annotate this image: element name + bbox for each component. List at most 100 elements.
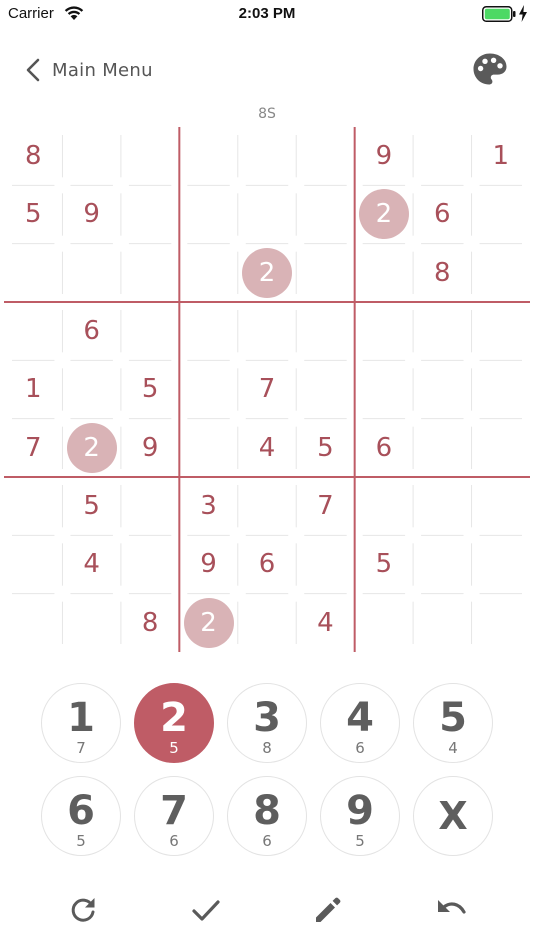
check-button[interactable] (189, 893, 223, 927)
puzzle-label: 8S (258, 106, 276, 122)
restart-button[interactable] (66, 893, 100, 927)
board-cell[interactable] (413, 419, 471, 477)
board-cell[interactable] (238, 302, 296, 360)
board-cell[interactable] (472, 535, 530, 593)
board-cell[interactable] (4, 302, 62, 360)
board-cell[interactable] (121, 185, 179, 243)
board-cell[interactable]: 9 (62, 185, 120, 243)
board-cell[interactable] (472, 302, 530, 360)
board-cell[interactable] (179, 185, 237, 243)
board-cell[interactable] (472, 244, 530, 302)
board-cell[interactable] (296, 360, 354, 418)
board-cell[interactable]: 8 (121, 594, 179, 652)
number-button-9[interactable]: 95 (320, 776, 400, 856)
board-cell[interactable] (179, 244, 237, 302)
undo-icon (438, 900, 466, 914)
cell-value: 8 (434, 257, 451, 288)
board-cell[interactable] (355, 594, 413, 652)
pencil-notes-button[interactable] (311, 893, 345, 927)
board-cell[interactable] (413, 360, 471, 418)
board-cell[interactable] (413, 477, 471, 535)
board-cell[interactable] (121, 302, 179, 360)
board-cell[interactable]: 2 (62, 419, 120, 477)
board-cell[interactable] (238, 185, 296, 243)
board-cell[interactable] (413, 594, 471, 652)
board-cell[interactable]: 4 (62, 535, 120, 593)
board-cell[interactable] (296, 127, 354, 185)
board-cell[interactable] (413, 535, 471, 593)
board-cell[interactable]: 9 (121, 419, 179, 477)
board-cell[interactable]: 6 (62, 302, 120, 360)
board-cell[interactable] (62, 360, 120, 418)
number-button-3[interactable]: 38 (227, 683, 307, 763)
board-cell[interactable]: 6 (238, 535, 296, 593)
board-cell[interactable] (121, 477, 179, 535)
board-cell[interactable]: 4 (296, 594, 354, 652)
board-cell[interactable] (121, 244, 179, 302)
board-cell[interactable] (238, 594, 296, 652)
board-cell[interactable] (179, 302, 237, 360)
board-cell[interactable]: 2 (355, 185, 413, 243)
board-cell[interactable]: 5 (296, 419, 354, 477)
board-cell[interactable]: 6 (355, 419, 413, 477)
board-cell[interactable] (4, 244, 62, 302)
board-cell[interactable]: 4 (238, 419, 296, 477)
board-cell[interactable] (296, 185, 354, 243)
board-cell[interactable]: 5 (355, 535, 413, 593)
board-cell[interactable] (179, 419, 237, 477)
number-button-4[interactable]: 46 (320, 683, 400, 763)
number-button-5[interactable]: 54 (413, 683, 493, 763)
board-cell[interactable] (413, 302, 471, 360)
board-cell[interactable]: 8 (413, 244, 471, 302)
board-cell[interactable]: 9 (355, 127, 413, 185)
board-cell[interactable]: 5 (4, 185, 62, 243)
number-button-2[interactable]: 25 (134, 683, 214, 763)
board-cell[interactable] (4, 477, 62, 535)
board-cell[interactable]: 9 (179, 535, 237, 593)
back-button[interactable]: Main Menu (24, 54, 153, 86)
board-cell[interactable]: 7 (4, 419, 62, 477)
undo-button[interactable] (434, 893, 468, 927)
board-cell[interactable] (62, 244, 120, 302)
board-cell[interactable] (472, 594, 530, 652)
board-cell[interactable] (355, 477, 413, 535)
number-button-1[interactable]: 17 (41, 683, 121, 763)
number-button-7[interactable]: 76 (134, 776, 214, 856)
number-button-8[interactable]: 86 (227, 776, 307, 856)
board-cell[interactable] (472, 360, 530, 418)
theme-palette-button[interactable] (472, 52, 508, 86)
board-cell[interactable] (355, 244, 413, 302)
board-cell[interactable]: 6 (413, 185, 471, 243)
board-cell[interactable]: 3 (179, 477, 237, 535)
board-cell[interactable]: 2 (179, 594, 237, 652)
board-cell[interactable] (296, 302, 354, 360)
board-cell[interactable]: 7 (296, 477, 354, 535)
board-cell[interactable] (179, 127, 237, 185)
board-cell[interactable]: 5 (62, 477, 120, 535)
board-cell[interactable] (472, 419, 530, 477)
board-cell[interactable] (179, 360, 237, 418)
board-cell[interactable]: 1 (472, 127, 530, 185)
board-cell[interactable]: 7 (238, 360, 296, 418)
number-button-6[interactable]: 65 (41, 776, 121, 856)
board-cell[interactable] (472, 185, 530, 243)
board-cell[interactable] (121, 127, 179, 185)
board-cell[interactable] (355, 360, 413, 418)
board-cell[interactable] (62, 127, 120, 185)
board-cell[interactable] (355, 302, 413, 360)
board-cell[interactable] (62, 594, 120, 652)
board-cell[interactable] (4, 594, 62, 652)
board-cell[interactable] (4, 535, 62, 593)
board-cell[interactable] (296, 244, 354, 302)
board-cell[interactable]: 2 (238, 244, 296, 302)
board-cell[interactable]: 8 (4, 127, 62, 185)
board-cell[interactable] (238, 477, 296, 535)
board-cell[interactable] (121, 535, 179, 593)
board-cell[interactable] (296, 535, 354, 593)
board-cell[interactable]: 1 (4, 360, 62, 418)
clear-button[interactable]: X (413, 776, 493, 856)
board-cell[interactable] (472, 477, 530, 535)
board-cell[interactable]: 5 (121, 360, 179, 418)
board-cell[interactable] (413, 127, 471, 185)
board-cell[interactable] (238, 127, 296, 185)
